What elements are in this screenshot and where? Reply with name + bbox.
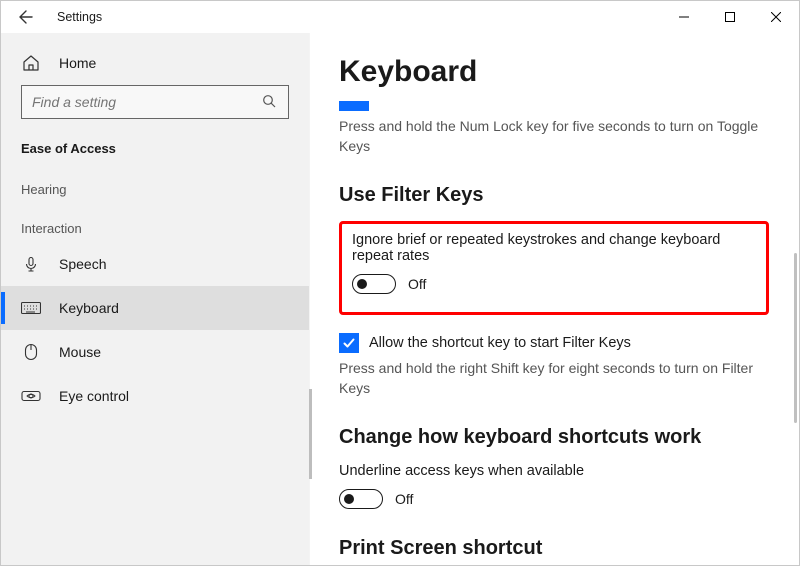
titlebar: Settings bbox=[1, 1, 799, 33]
arrow-left-icon bbox=[17, 9, 33, 25]
filter-keys-toggle[interactable] bbox=[352, 274, 396, 294]
underline-access-toggle[interactable] bbox=[339, 489, 383, 509]
search-input-wrap[interactable] bbox=[21, 85, 289, 119]
print-screen-heading: Print Screen shortcut bbox=[339, 537, 769, 560]
annotation-highlight: Ignore brief or repeated keystrokes and … bbox=[339, 221, 769, 315]
partial-previous-toggle bbox=[339, 103, 769, 111]
filter-keys-heading: Use Filter Keys bbox=[339, 184, 769, 207]
sidebar-item-label: Mouse bbox=[59, 344, 101, 360]
scrollbar-thumb[interactable] bbox=[794, 253, 797, 423]
sidebar-item-mouse[interactable]: Mouse bbox=[1, 330, 309, 374]
maximize-icon bbox=[725, 12, 735, 22]
shortcuts-heading: Change how keyboard shortcuts work bbox=[339, 426, 769, 449]
maximize-button[interactable] bbox=[707, 1, 753, 33]
search-icon bbox=[262, 94, 278, 110]
microphone-icon bbox=[21, 254, 41, 274]
sidebar-subgroup-interaction: Interaction bbox=[1, 203, 309, 242]
home-icon bbox=[21, 53, 41, 73]
sidebar-item-keyboard[interactable]: Keyboard bbox=[1, 286, 309, 330]
sidebar-item-label: Speech bbox=[59, 256, 106, 272]
filter-keys-shortcut-checkbox[interactable] bbox=[339, 333, 359, 353]
filter-keys-shortcut-desc: Press and hold the right Shift key for e… bbox=[339, 359, 759, 398]
search-container bbox=[1, 85, 309, 129]
back-button[interactable] bbox=[1, 1, 49, 33]
sidebar-item-label: Home bbox=[59, 55, 96, 71]
close-icon bbox=[771, 12, 781, 22]
minimize-icon bbox=[679, 12, 689, 22]
eye-icon bbox=[21, 386, 41, 406]
filter-keys-shortcut-label: Allow the shortcut key to start Filter K… bbox=[369, 335, 631, 351]
toggle-knob bbox=[344, 494, 354, 504]
underline-access-label: Underline access keys when available bbox=[339, 463, 769, 479]
filter-keys-toggle-state: Off bbox=[408, 276, 426, 292]
filter-keys-label: Ignore brief or repeated keystrokes and … bbox=[352, 232, 756, 264]
sidebar: Home Ease of Access Hearing Interaction … bbox=[1, 33, 309, 565]
content-pane: Keyboard Press and hold the Num Lock key… bbox=[309, 33, 799, 565]
body: Home Ease of Access Hearing Interaction … bbox=[1, 33, 799, 565]
underline-access-block: Underline access keys when available Off bbox=[339, 463, 769, 509]
settings-window: Settings Home bbox=[0, 0, 800, 566]
toggle-keys-description: Press and hold the Num Lock key for five… bbox=[339, 117, 759, 156]
sidebar-item-speech[interactable]: Speech bbox=[1, 242, 309, 286]
sidebar-subgroup-hearing: Hearing bbox=[1, 164, 309, 203]
underline-access-toggle-state: Off bbox=[395, 491, 413, 507]
sidebar-item-eye-control[interactable]: Eye control bbox=[1, 374, 309, 418]
toggle-knob bbox=[357, 279, 367, 289]
underline-access-toggle-row: Off bbox=[339, 489, 769, 509]
filter-keys-shortcut-row: Allow the shortcut key to start Filter K… bbox=[339, 333, 769, 353]
keyboard-icon bbox=[21, 298, 41, 318]
close-button[interactable] bbox=[753, 1, 799, 33]
page-title: Keyboard bbox=[339, 55, 769, 89]
checkmark-icon bbox=[342, 336, 356, 350]
left-scroll-indicator bbox=[309, 389, 312, 479]
minimize-button[interactable] bbox=[661, 1, 707, 33]
mouse-icon bbox=[21, 342, 41, 362]
filter-keys-toggle-row: Off bbox=[352, 274, 756, 294]
sidebar-item-label: Eye control bbox=[59, 388, 129, 404]
sidebar-item-home[interactable]: Home bbox=[1, 41, 309, 85]
sidebar-group-title: Ease of Access bbox=[1, 129, 309, 164]
search-input[interactable] bbox=[32, 94, 262, 110]
window-title: Settings bbox=[49, 10, 102, 24]
sidebar-item-label: Keyboard bbox=[59, 300, 119, 316]
toggle-on-fragment bbox=[339, 101, 369, 111]
